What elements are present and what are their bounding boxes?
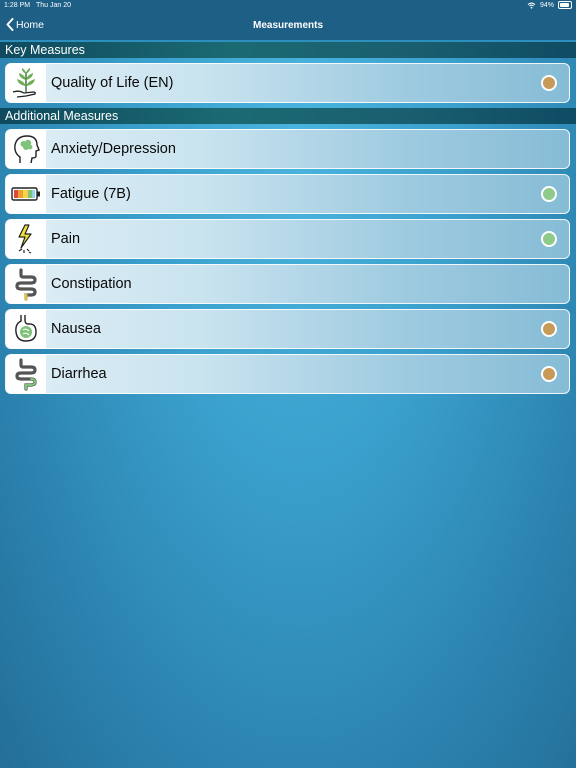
battery-icon [11,187,40,201]
navigation-bar: Home Measurements [0,12,576,42]
icon-box [6,355,46,393]
icon-box [6,265,46,303]
stomach-icon [15,315,37,342]
item-label: Constipation [51,276,132,292]
item-label: Nausea [51,321,101,337]
icon-box [6,220,46,258]
list-item-nausea[interactable]: Nausea [5,309,570,349]
page-title: Measurements [252,20,324,31]
section-title-key: Key Measures [5,43,85,57]
intestine-icon [15,268,37,301]
list-item-quality-of-life[interactable]: Quality of Life (EN) [5,63,570,103]
status-bar: 1:28 PM Thu Jan 20 94% [0,0,576,12]
section-header-additional: Additional Measures [0,108,576,124]
status-indicator-green [541,231,557,247]
item-label: Pain [51,231,81,247]
list-item-diarrhea[interactable]: Diarrhea [5,354,570,394]
list-item-pain[interactable]: Pain [5,219,570,259]
item-label: Anxiety/Depression [51,141,176,157]
item-label: Quality of Life (EN) [51,75,174,91]
battery-status-icon [558,1,572,9]
status-date: Thu Jan 20 [36,2,72,9]
list-item-constipation[interactable]: Constipation [5,264,570,304]
icon-box [6,175,46,213]
icon-box [6,64,46,102]
status-right: 94% [527,1,572,9]
status-indicator-orange [541,75,557,91]
status-indicator-orange [541,366,557,382]
intestine-icon [15,358,37,391]
section-title-additional: Additional Measures [5,109,119,123]
icon-box [6,130,46,168]
status-indicator-orange [541,321,557,337]
status-time: 1:28 PM [4,2,31,9]
list-item-fatigue[interactable]: Fatigue (7B) [5,174,570,214]
wifi-icon [527,2,536,9]
lightning-bolt-icon [18,224,32,254]
section-header-key: Key Measures [0,42,576,58]
item-label: Fatigue (7B) [51,186,131,202]
plant-hand-icon [12,68,36,98]
icon-box [6,310,46,348]
status-indicator-green [541,186,557,202]
head-brain-icon [14,135,40,164]
item-label: Diarrhea [51,366,107,382]
battery-percent: 94% [539,1,554,9]
list-item-anxiety-depression[interactable]: Anxiety/Depression [5,129,570,169]
